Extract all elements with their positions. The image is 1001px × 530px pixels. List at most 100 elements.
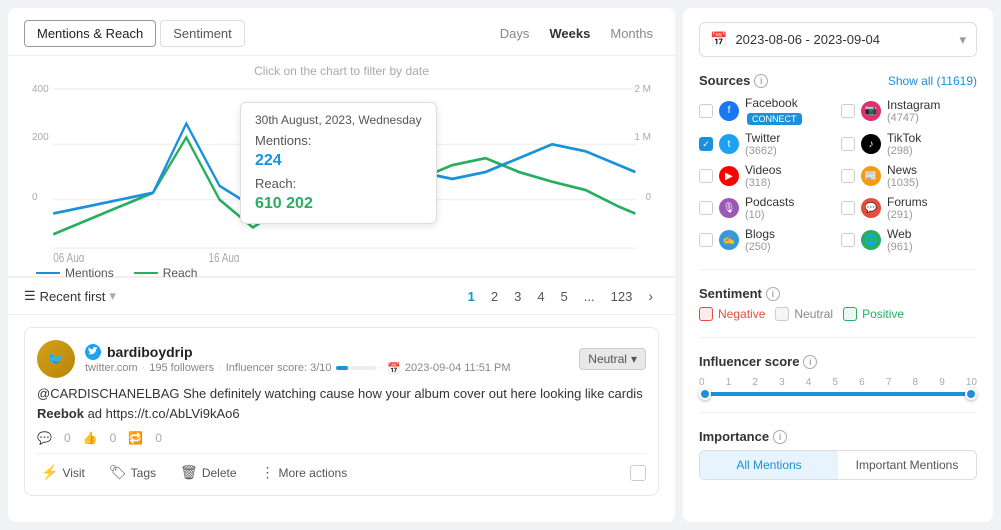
score-numbers: 012 345 678 910 xyxy=(699,377,977,388)
instagram-count: (4747) xyxy=(887,112,940,124)
chart-area: Click on the chart to filter by date 400… xyxy=(8,56,675,276)
visit-button[interactable]: ⚡ Visit xyxy=(37,462,89,483)
sentiment-negative[interactable]: Negative xyxy=(699,307,765,321)
sentiment-badge-label: Neutral xyxy=(588,352,627,366)
influencer-score-bar xyxy=(336,366,376,370)
y-label-0-left: 0 xyxy=(32,192,38,203)
chart-hint: Click on the chart to filter by date xyxy=(20,56,663,82)
avatar: 🐦 xyxy=(37,340,75,378)
slider-thumb-right[interactable] xyxy=(965,388,977,400)
left-panel: Mentions & Reach Sentiment Days Weeks Mo… xyxy=(8,8,675,522)
svg-text:16 Aug: 16 Aug xyxy=(208,252,239,262)
source-instagram: 📷 Instagram (4747) xyxy=(841,96,977,125)
videos-count: (318) xyxy=(745,177,781,189)
tags-icon: 🏷 xyxy=(109,464,127,481)
tiktok-count: (298) xyxy=(887,145,921,157)
tags-button[interactable]: 🏷 Tags xyxy=(105,462,160,483)
source-check-tiktok[interactable] xyxy=(841,137,855,151)
sentiment-badge[interactable]: Neutral ▾ xyxy=(579,348,646,370)
slider-thumb-left[interactable] xyxy=(699,388,711,400)
time-btn-weeks[interactable]: Weeks xyxy=(543,24,596,43)
source-check-instagram[interactable] xyxy=(841,104,855,118)
card-meta: bardiboydrip twitter.com · 195 followers… xyxy=(85,344,569,375)
blogs-count: (250) xyxy=(745,241,775,253)
visit-icon: ⚡ xyxy=(41,464,58,481)
source-twitter: ✓ t Twitter (3662) xyxy=(699,131,835,157)
twitter-count: (3662) xyxy=(745,145,780,157)
page-btn-2[interactable]: 2 xyxy=(485,287,504,306)
web-count: (961) xyxy=(887,241,913,253)
page-btn-3[interactable]: 3 xyxy=(508,287,527,306)
show-all-link[interactable]: Show all (11619) xyxy=(888,74,977,88)
legend-mentions-label: Mentions xyxy=(65,266,114,280)
sentiment-section: Sentiment i Negative Neutral Positive xyxy=(699,286,977,321)
influencer-info-icon[interactable]: i xyxy=(803,355,817,369)
tab-sentiment[interactable]: Sentiment xyxy=(160,20,245,47)
page-btn-123[interactable]: 123 xyxy=(605,287,639,306)
time-btn-months[interactable]: Months xyxy=(604,24,659,43)
page-btn-1[interactable]: 1 xyxy=(462,287,481,306)
source-check-web[interactable] xyxy=(841,233,855,247)
source-check-facebook[interactable] xyxy=(699,104,713,118)
connect-badge[interactable]: CONNECT xyxy=(747,113,802,125)
sentiment-info-icon[interactable]: i xyxy=(766,287,780,301)
time-btn-days[interactable]: Days xyxy=(494,24,536,43)
inf-score-label: Influencer score: 3/10 xyxy=(226,362,332,374)
tooltip-reach-label: Reach: xyxy=(255,176,422,191)
delete-icon: 🗑 xyxy=(180,464,198,481)
source-check-forums[interactable] xyxy=(841,201,855,215)
web-name: Web xyxy=(887,227,913,241)
page-btn-4[interactable]: 4 xyxy=(531,287,550,306)
sentiment-positive[interactable]: Positive xyxy=(843,307,904,321)
date-range-button[interactable]: 📅 2023-08-06 - 2023-09-04 ▾ xyxy=(699,22,977,57)
mention-card: 🐦 bardiboydrip twitter.com · 195 followe… xyxy=(24,327,659,496)
legend-reach: Reach xyxy=(134,266,198,280)
tab-mentions-reach[interactable]: Mentions & Reach xyxy=(24,20,156,47)
facebook-icon: f xyxy=(719,101,739,121)
important-mentions-button[interactable]: Important Mentions xyxy=(838,451,976,479)
card-followers: 195 followers xyxy=(149,362,214,374)
card-name-row: bardiboydrip xyxy=(85,344,569,360)
sentiment-neutral[interactable]: Neutral xyxy=(775,307,833,321)
sort-label: Recent first xyxy=(40,289,106,304)
divider-2 xyxy=(699,269,977,270)
source-check-twitter[interactable]: ✓ xyxy=(699,137,713,151)
card-select-checkbox[interactable] xyxy=(630,465,646,481)
sentiment-neu-box xyxy=(775,307,789,321)
pagination: 1 2 3 4 5 ... 123 › xyxy=(462,286,659,306)
card-stats: 💬 0 👍 0 🔁 0 xyxy=(37,431,646,445)
feed: 🐦 bardiboydrip twitter.com · 195 followe… xyxy=(8,315,675,522)
like-icon: 👍 xyxy=(83,431,98,445)
tooltip-mentions-value: 224 xyxy=(255,152,422,170)
page-next-button[interactable]: › xyxy=(642,286,659,306)
source-check-news[interactable] xyxy=(841,169,855,183)
sources-info-icon[interactable]: i xyxy=(754,74,768,88)
slider-track[interactable] xyxy=(699,392,977,396)
sentiment-chevron-icon: ▾ xyxy=(631,352,637,366)
page-btn-5[interactable]: 5 xyxy=(555,287,574,306)
y-label-1m: 1 M xyxy=(634,132,651,143)
more-actions-button[interactable]: ⋮ More actions xyxy=(257,462,352,483)
source-check-blogs[interactable] xyxy=(699,233,713,247)
podcasts-icon: 🎙 xyxy=(719,198,739,218)
all-mentions-button[interactable]: All Mentions xyxy=(700,451,838,479)
blogs-name: Blogs xyxy=(745,227,775,241)
forums-name: Forums xyxy=(887,195,928,209)
tooltip-date: 30th August, 2023, Wednesday xyxy=(255,113,422,127)
card-text-bold: Reebok xyxy=(37,406,84,421)
source-check-videos[interactable] xyxy=(699,169,713,183)
source-tiktok: ♪ TikTok (298) xyxy=(841,131,977,157)
inf-progress-fill xyxy=(336,366,348,370)
chart-svg-wrapper[interactable]: 400 200 0 2 M 1 M 0 06 Aug 16 Aug xyxy=(20,82,663,262)
podcasts-name: Podcasts xyxy=(745,195,794,209)
sort-button[interactable]: ☰ Recent first ▾ xyxy=(24,288,116,304)
avatar-image: 🐦 xyxy=(47,351,64,368)
podcasts-count: (10) xyxy=(745,209,794,221)
source-videos: ▶ Videos (318) xyxy=(699,163,835,189)
delete-button[interactable]: 🗑 Delete xyxy=(176,462,240,483)
importance-info-icon[interactable]: i xyxy=(773,430,787,444)
source-check-podcasts[interactable] xyxy=(699,201,713,215)
sort-chevron-icon: ▾ xyxy=(109,288,116,304)
source-news: 📰 News (1035) xyxy=(841,163,977,189)
card-text-suffix: ad https://t.co/AbLVi9kAo6 xyxy=(84,406,240,421)
